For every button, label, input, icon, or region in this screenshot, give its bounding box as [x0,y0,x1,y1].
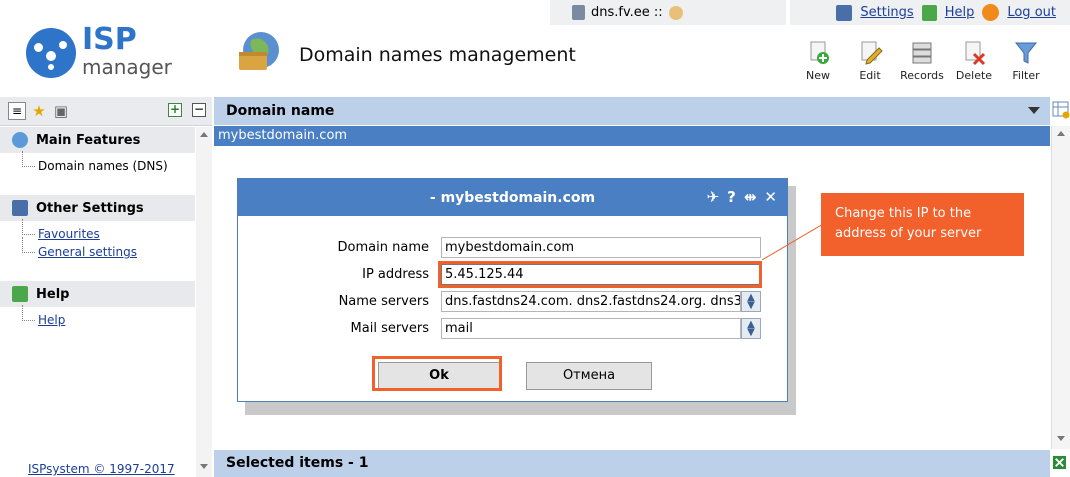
column-header-label: Domain name [226,103,335,119]
scroll-up-icon[interactable] [200,132,208,137]
logo-mark-icon [26,28,76,78]
ip-address-label: IP address [362,267,429,282]
tab-favourites-star-icon[interactable]: ★ [30,102,48,120]
callout-pointer-line [762,223,823,261]
tab-menu-list-icon[interactable]: ≡ [8,102,26,120]
settings-link[interactable]: Settings [860,5,913,20]
sidebar-item-domain-names[interactable]: Domain names (DNS) [22,151,195,175]
close-icon[interactable]: ✕ [764,188,777,206]
sidebar-item-label: Help [38,313,66,327]
toolbar-records-label: Records [900,69,944,82]
toolbar-delete-button[interactable]: Delete [948,40,1000,82]
main-scrollbar[interactable] [1051,126,1070,449]
tab-clipboard-icon[interactable]: ▣ [52,102,70,120]
scroll-down-icon[interactable] [1057,436,1065,441]
pin-icon[interactable]: ✈ [707,188,720,206]
toolbar-new-button[interactable]: New [792,40,844,82]
cancel-button[interactable]: Отмена [526,362,652,390]
ip-highlight-frame [438,261,762,288]
sidebar-item-label: Domain names (DNS) [38,159,168,173]
sidebar-section-help[interactable]: Help [0,281,195,307]
user-icon[interactable] [668,5,683,20]
expand-all-icon[interactable]: + [168,103,182,117]
help-link[interactable]: Help [945,5,975,20]
domain-name-row: Domain name mybestdomain.com [238,237,789,259]
copyright-link[interactable]: ISPsystem © 1997-2017 [28,462,175,476]
logout-link[interactable]: Log out [1007,5,1056,20]
sidebar-menu: Main Features Domain names (DNS) Other S… [0,127,195,477]
sidebar-item-label: Favourites [38,227,100,241]
mail-servers-spinner-icon[interactable]: ▲ ▼ [741,318,761,339]
ispmanager-logo[interactable]: ISP manager [26,22,186,84]
new-document-icon [810,41,829,64]
sidebar-item-label: General settings [38,245,137,259]
help-question-icon[interactable]: ? [727,188,736,206]
user-host-label: dns.fv.ee :: [591,5,663,20]
callout-box: Change this IP to the address of your se… [821,193,1024,256]
help-book-icon [921,4,937,21]
power-icon [982,4,1000,21]
scroll-down-icon[interactable] [200,464,208,469]
top-links-bar: Settings Help Log out [790,0,1070,25]
name-servers-spinner-icon[interactable]: ▲ ▼ [741,291,761,312]
sidebar-item-help[interactable]: Help [22,305,195,329]
logo-text-manager: manager [82,55,172,79]
toolbar-edit-label: Edit [859,69,881,82]
toolbar-filter-label: Filter [1012,69,1040,82]
collapse-all-icon[interactable]: − [192,103,206,117]
sidebar-section-title: Other Settings [36,200,144,216]
column-header-domain-name[interactable]: Domain name [214,97,1050,125]
name-servers-input[interactable]: dns.fastdns24.com. dns2.fastdns24.org. d… [441,291,741,312]
edit-pencil-icon [861,41,883,65]
globe-icon [12,132,28,148]
sidebar: ≡ ★ ▣ + − Main Features Domain names (DN… [0,97,212,477]
name-servers-label: Name servers [338,294,429,309]
toolbar-new-label: New [806,69,830,82]
name-servers-row: Name servers dns.fastdns24.com. dns2.fas… [238,291,789,313]
sidebar-section-other-settings[interactable]: Other Settings [0,195,195,221]
table-row[interactable]: mybestdomain.com [214,126,1050,146]
resize-icon[interactable]: ⇹ [744,188,757,206]
settings-monitor-icon [836,4,853,21]
records-stack-icon [912,42,932,64]
settings-monitor-icon [12,200,28,216]
filter-funnel-icon [1014,42,1038,64]
page-title: Domain names management [299,44,576,66]
table-settings-icon[interactable] [1052,99,1070,121]
calculator-icon [572,5,585,20]
help-book-icon [12,286,28,302]
sidebar-item-favourites[interactable]: Favourites [22,219,195,243]
sidebar-section-title: Help [36,286,70,302]
isp-manager-page: dns.fv.ee :: Settings Help Log out ISP m… [0,0,1070,477]
globe-folder-icon [239,32,279,70]
sidebar-tabs: ≡ ★ ▣ + − [0,97,212,126]
export-excel-icon[interactable] [1052,455,1067,470]
toolbar-edit-button[interactable]: Edit [844,40,896,82]
delete-icon [965,41,986,66]
domain-name-input[interactable]: mybestdomain.com [441,237,761,258]
mail-servers-label: Mail servers [350,321,429,336]
sidebar-scrollbar[interactable] [196,127,212,477]
dialog-title-bar[interactable]: - mybestdomain.com ✈ ? ⇹ ✕ [238,179,787,216]
scroll-up-icon[interactable] [1057,131,1065,136]
top-user-bar: dns.fv.ee :: [550,0,786,25]
domain-name-label: Domain name [337,240,429,255]
ok-highlight-frame [372,356,502,391]
toolbar-filter-button[interactable]: Filter [1000,40,1052,82]
toolbar-delete-label: Delete [955,69,993,82]
edit-domain-dialog: - mybestdomain.com ✈ ? ⇹ ✕ Domain name m… [237,178,788,402]
dialog-title: - mybestdomain.com [429,189,596,206]
sort-dropdown-icon[interactable] [1028,107,1040,114]
selected-items-bar: Selected items - 1 [214,450,1050,477]
mail-servers-input[interactable]: mail [441,318,741,339]
sidebar-section-title: Main Features [36,132,141,148]
logo-text-isp: ISP [82,22,137,57]
toolbar-records-button[interactable]: Records [896,40,948,82]
mail-servers-row: Mail servers mail ▲ ▼ [238,318,789,340]
sidebar-item-general-settings[interactable]: General settings [22,237,195,261]
sidebar-section-main-features[interactable]: Main Features [0,127,195,153]
toolbar: New Edit Records Delete Filter [792,40,1052,82]
